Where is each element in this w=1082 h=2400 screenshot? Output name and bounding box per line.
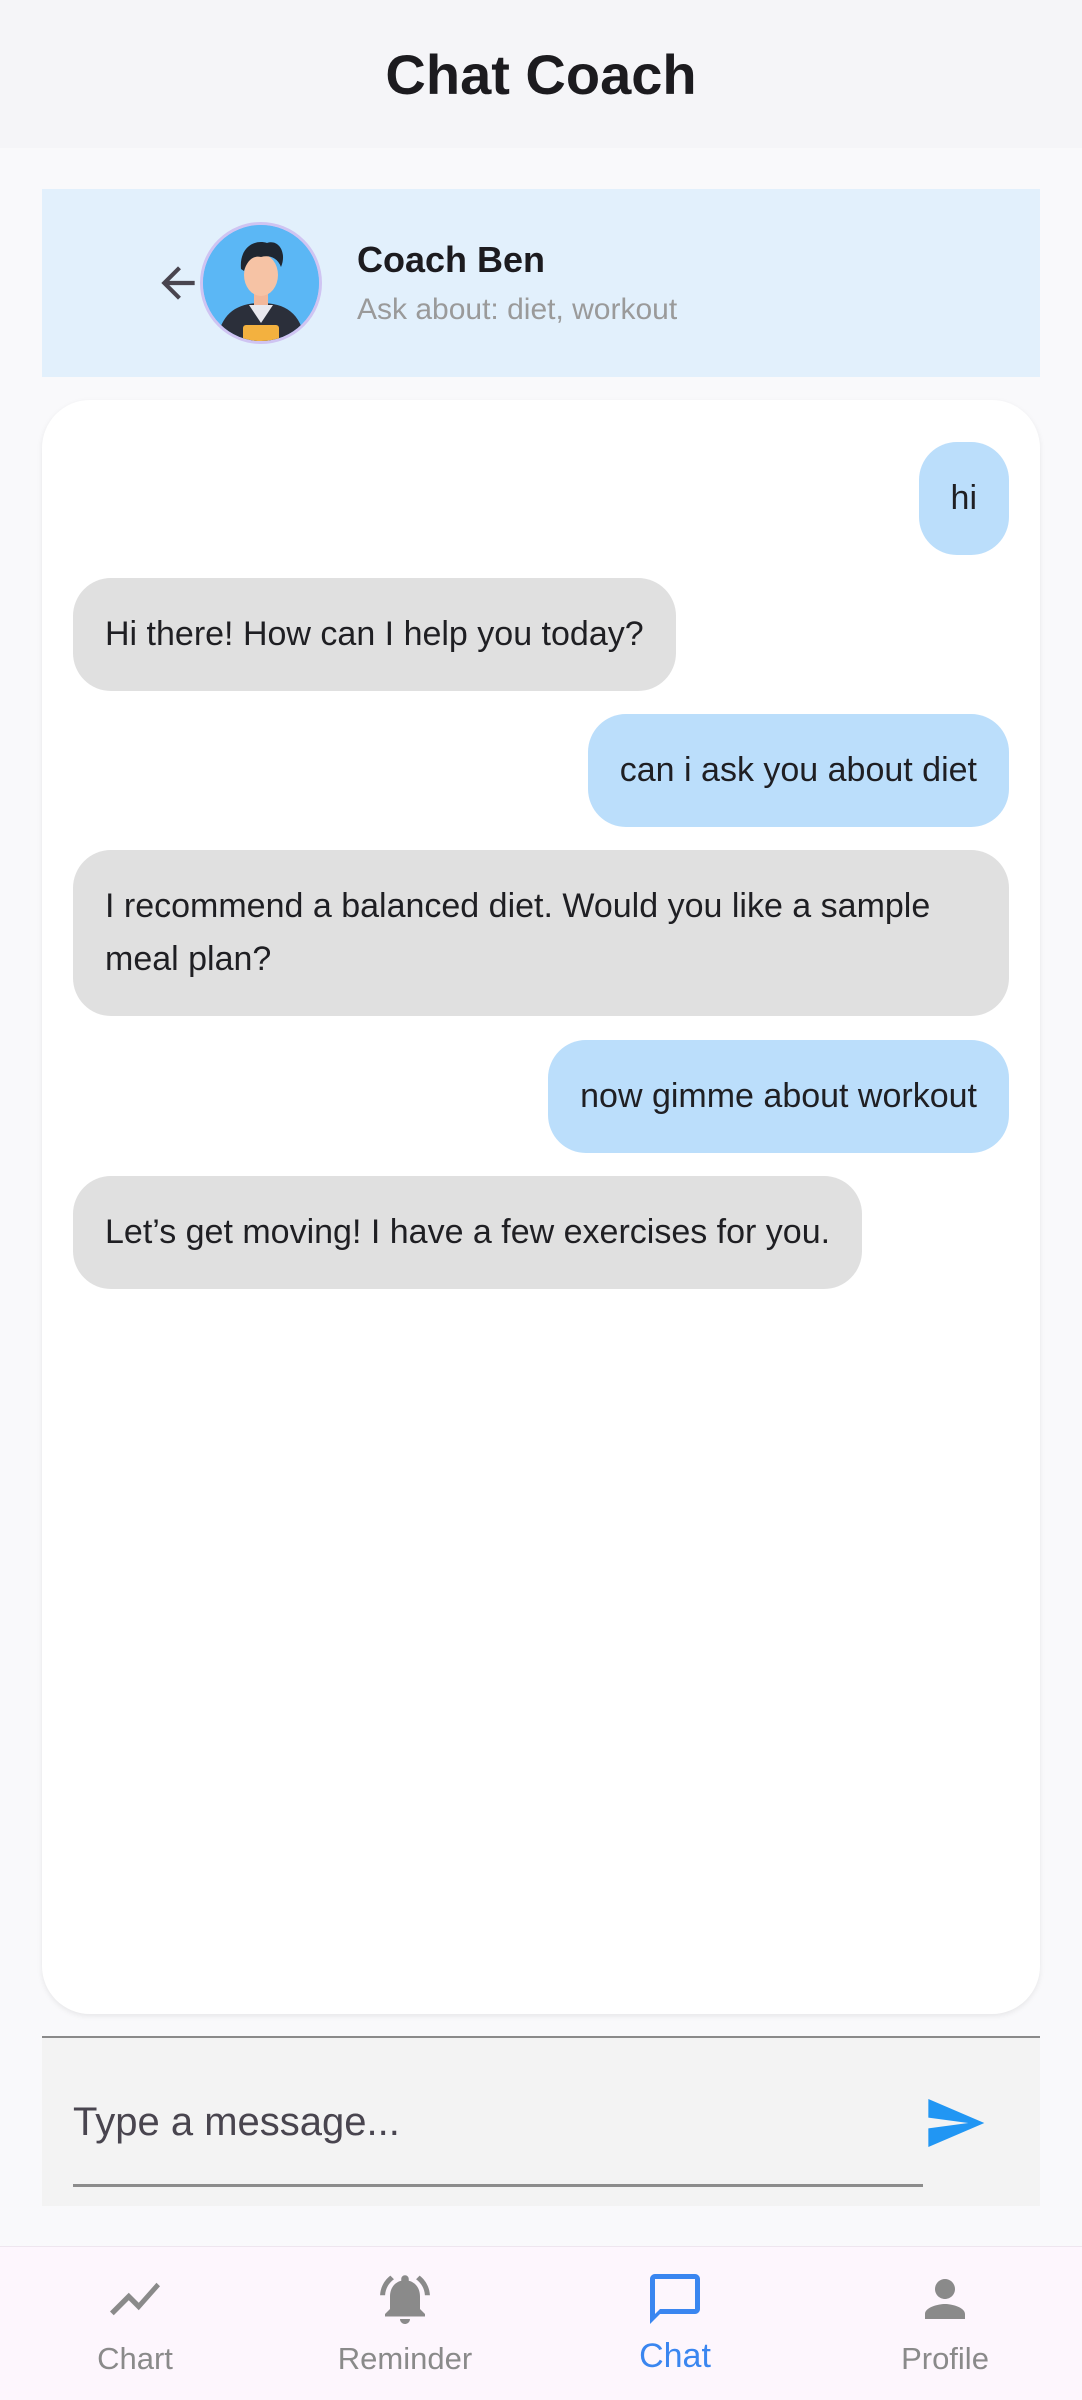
coach-avatar-icon — [203, 225, 319, 341]
app-bar: Chat Coach — [0, 0, 1082, 148]
message-bubble-coach: Hi there! How can I help you today? — [73, 578, 676, 691]
nav-item-chat[interactable]: Chat — [540, 2247, 810, 2400]
message-text: I recommend a balanced diet. Would you l… — [105, 887, 931, 978]
person-icon — [915, 2269, 975, 2329]
coach-topics: Ask about: diet, workout — [357, 293, 678, 326]
message-text: Let’s get moving! I have a few exercises… — [105, 1213, 831, 1251]
nav-item-chart[interactable]: Chart — [0, 2247, 270, 2400]
message-text: can i ask you about diet — [619, 751, 977, 789]
message-text: now gimme about workout — [580, 1077, 977, 1115]
nav-item-profile[interactable]: Profile — [810, 2247, 1080, 2400]
nav-label: Reminder — [337, 2341, 473, 2376]
message-bubble-user: hi — [918, 442, 1009, 555]
notifications-active-icon — [375, 2269, 435, 2329]
message-text: hi — [950, 479, 977, 517]
send-icon — [928, 2099, 985, 2147]
nav-item-reminder[interactable]: Reminder — [270, 2247, 540, 2400]
message-bubble-user: can i ask you about diet — [587, 714, 1009, 827]
message-composer — [42, 2036, 1040, 2206]
message-text: Hi there! How can I help you today? — [105, 615, 644, 653]
nav-label: Chat — [639, 2337, 711, 2375]
nav-label: Profile — [901, 2341, 989, 2376]
nav-label: Chart — [97, 2341, 173, 2376]
message-bubble-coach: Let’s get moving! I have a few exercises… — [73, 1176, 863, 1289]
chat-bubble-icon — [645, 2269, 705, 2329]
message-bubble-coach: I recommend a balanced diet. Would you l… — [73, 850, 1009, 1016]
arrow-left-icon — [161, 266, 195, 300]
coach-avatar — [200, 222, 322, 344]
message-bubble-user: now gimme about workout — [548, 1040, 1009, 1153]
send-button[interactable] — [910, 2078, 1000, 2168]
coach-header: Coach Ben Ask about: diet, workout — [42, 189, 1040, 377]
chat-message-list[interactable]: hi Hi there! How can I help you today? c… — [42, 400, 1040, 2014]
message-input[interactable] — [73, 2060, 923, 2187]
trending-up-icon — [105, 2269, 165, 2329]
bottom-navigation: Chart Reminder Chat Profile — [0, 2246, 1082, 2400]
page-title: Chat Coach — [385, 42, 697, 106]
coach-name: Coach Ben — [357, 239, 546, 280]
